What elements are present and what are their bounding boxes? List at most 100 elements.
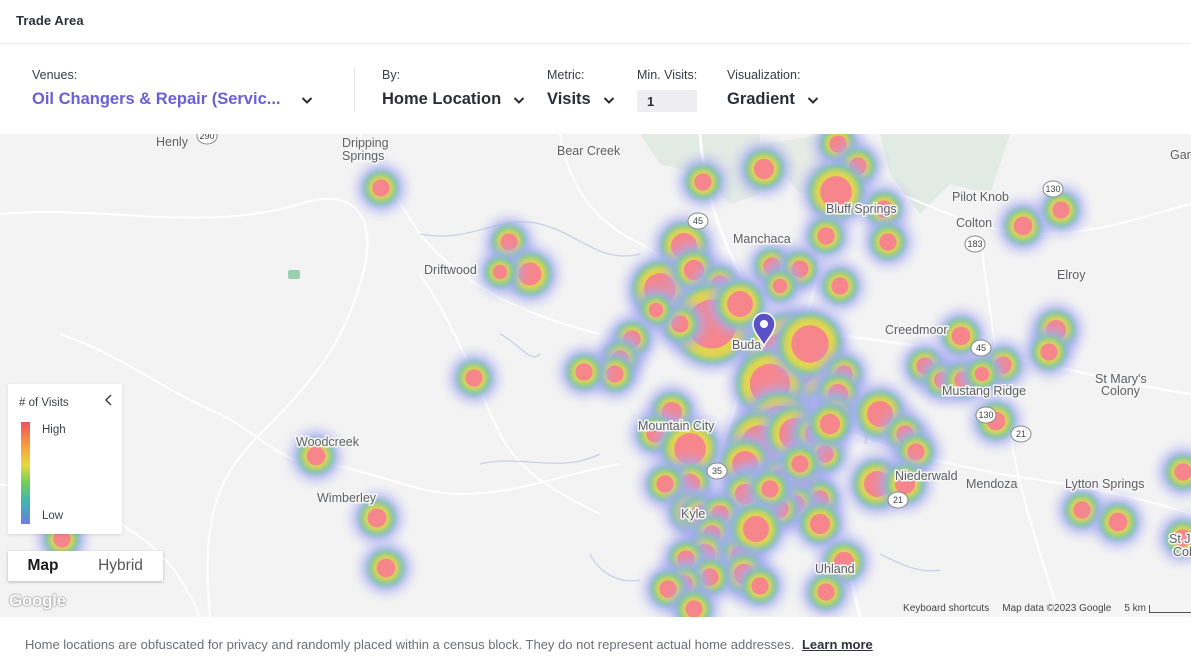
road-shield: 35 <box>706 462 728 480</box>
legend-title: # of Visits <box>19 397 69 409</box>
place-label: Colo <box>1173 545 1191 559</box>
heat-spot <box>739 144 789 194</box>
by-label: By: <box>382 68 401 82</box>
venues-value: Oil Changers & Repair (Servic... <box>32 90 281 108</box>
legend-high-label: High <box>42 424 66 436</box>
heat-spot <box>561 349 607 395</box>
road-shield-number: 35 <box>712 466 722 476</box>
heat-spot <box>727 500 785 558</box>
place-label: Kyle <box>681 507 705 521</box>
by-value: Home Location <box>382 90 502 108</box>
road-shield-number: 130 <box>1045 184 1060 194</box>
chevron-left-icon[interactable] <box>102 392 116 408</box>
legend-low-label: Low <box>42 510 64 522</box>
place-label: Driftwood <box>424 263 477 277</box>
filter-bar: Venues: Oil Changers & Repair (Servic...… <box>0 45 1191 134</box>
road-shield-number: 130 <box>978 410 993 420</box>
map-type-hybrid-button[interactable]: Hybrid <box>78 551 163 581</box>
place-label: Wimberley <box>317 491 377 505</box>
place-label: Lytton Springs <box>1065 477 1144 491</box>
heat-spot <box>1094 498 1142 546</box>
map-attribution: Keyboard shortcuts Map data ©2023 Google… <box>903 600 1191 617</box>
road-shield-number: 21 <box>893 495 903 505</box>
heat-spot <box>358 165 404 211</box>
google-logo: Google <box>9 591 66 610</box>
road-shield: 183 <box>964 235 986 253</box>
road-shield-number: 290 <box>199 134 214 141</box>
heat-spot <box>1026 329 1072 375</box>
min-visits-input[interactable] <box>637 90 697 112</box>
min-visits-label: Min. Visits: <box>637 68 698 82</box>
chevron-down-icon <box>513 96 525 104</box>
place-label: Bluff Springs <box>826 202 897 216</box>
road-shield-number: 21 <box>1016 429 1026 439</box>
road-shield: 21 <box>1010 425 1032 443</box>
place-label: Niederwald <box>895 469 958 483</box>
min-visits-filter: Min. Visits: <box>637 68 697 112</box>
road-shield: 130 <box>975 406 997 424</box>
privacy-footer: Home locations are obfuscated for privac… <box>0 617 1191 672</box>
privacy-note: Home locations are obfuscated for privac… <box>25 637 873 652</box>
venues-dropdown[interactable]: Oil Changers & Repair (Servic... <box>32 90 315 109</box>
road-shield: 21 <box>887 491 909 509</box>
learn-more-link[interactable]: Learn more <box>802 637 873 652</box>
road-shield-number: 183 <box>967 239 982 249</box>
place-label: Bear Creek <box>557 144 621 158</box>
scale-label: 5 km <box>1124 603 1146 614</box>
by-dropdown[interactable]: Home Location <box>382 90 527 109</box>
chevron-down-icon <box>603 96 614 104</box>
chevron-down-icon <box>807 96 819 104</box>
map-basemap: Henly DrippingSprings Bear Creek Gar Pilot K… <box>0 134 1191 617</box>
visualization-dropdown[interactable]: Gradient <box>727 90 821 109</box>
heat-spot <box>451 355 497 401</box>
panel-header: Trade Area <box>0 0 1191 44</box>
chevron-down-icon <box>301 96 312 104</box>
metric-label: Metric: <box>547 68 585 82</box>
map-type-map-button[interactable]: Map <box>8 551 78 581</box>
heat-spot <box>362 544 410 592</box>
heat-spot <box>817 263 863 309</box>
venues-filter: Venues: Oil Changers & Repair (Servic... <box>32 68 315 109</box>
metric-dropdown[interactable]: Visits <box>547 90 617 109</box>
by-filter: By: Home Location <box>382 68 527 109</box>
heat-spot <box>803 213 849 259</box>
place-label: Mendoza <box>966 477 1017 491</box>
place-label: Manchaca <box>733 232 791 246</box>
place-label: Gar <box>1170 148 1191 162</box>
visits-legend: # of Visits High Low <box>8 384 122 534</box>
filter-divider <box>354 68 355 112</box>
road-shield: 45 <box>970 339 992 357</box>
place-label: Henly <box>156 135 189 149</box>
place-label: Dripping <box>342 136 389 150</box>
panel-title: Trade Area <box>16 13 84 28</box>
heat-spot <box>737 563 783 609</box>
heat-spot <box>479 251 521 293</box>
heat-spot <box>805 399 855 449</box>
place-label: Colony <box>1101 384 1141 398</box>
map-canvas[interactable]: Henly Dripping Springs Bear Creek Gar Pilot K… <box>0 134 1191 617</box>
place-label: Creedmoor <box>885 323 948 337</box>
metric-value: Visits <box>547 90 591 108</box>
map-type-toggle: Map Hybrid <box>8 551 163 581</box>
road-shield: 45 <box>687 212 709 230</box>
place-label: Mountain City <box>638 419 715 433</box>
metric-filter: Metric: Visits <box>547 68 617 109</box>
heat-spot <box>865 219 911 265</box>
place-label: Pilot Knob <box>952 190 1009 204</box>
road-shield-number: 45 <box>976 343 986 353</box>
road-shield-number: 45 <box>693 216 703 226</box>
place-label: Uhland <box>815 562 855 576</box>
trade-area-panel: Trade Area Venues: Oil Changers & Repair… <box>0 0 1191 672</box>
place-label: Mustang Ridge <box>942 384 1026 398</box>
legend-gradient-bar <box>21 422 30 524</box>
place-label: Colton <box>956 216 992 230</box>
place-label: Woodcreek <box>296 435 360 449</box>
visualization-value: Gradient <box>727 90 795 108</box>
place-label: St Jo <box>1169 532 1191 546</box>
scale-bar <box>1149 604 1191 613</box>
visualization-filter: Visualization: Gradient <box>727 68 821 109</box>
heat-spot <box>680 159 726 205</box>
privacy-note-text: Home locations are obfuscated for privac… <box>25 637 795 652</box>
keyboard-shortcuts-link[interactable]: Keyboard shortcuts <box>903 603 989 614</box>
venues-label: Venues: <box>32 68 78 82</box>
